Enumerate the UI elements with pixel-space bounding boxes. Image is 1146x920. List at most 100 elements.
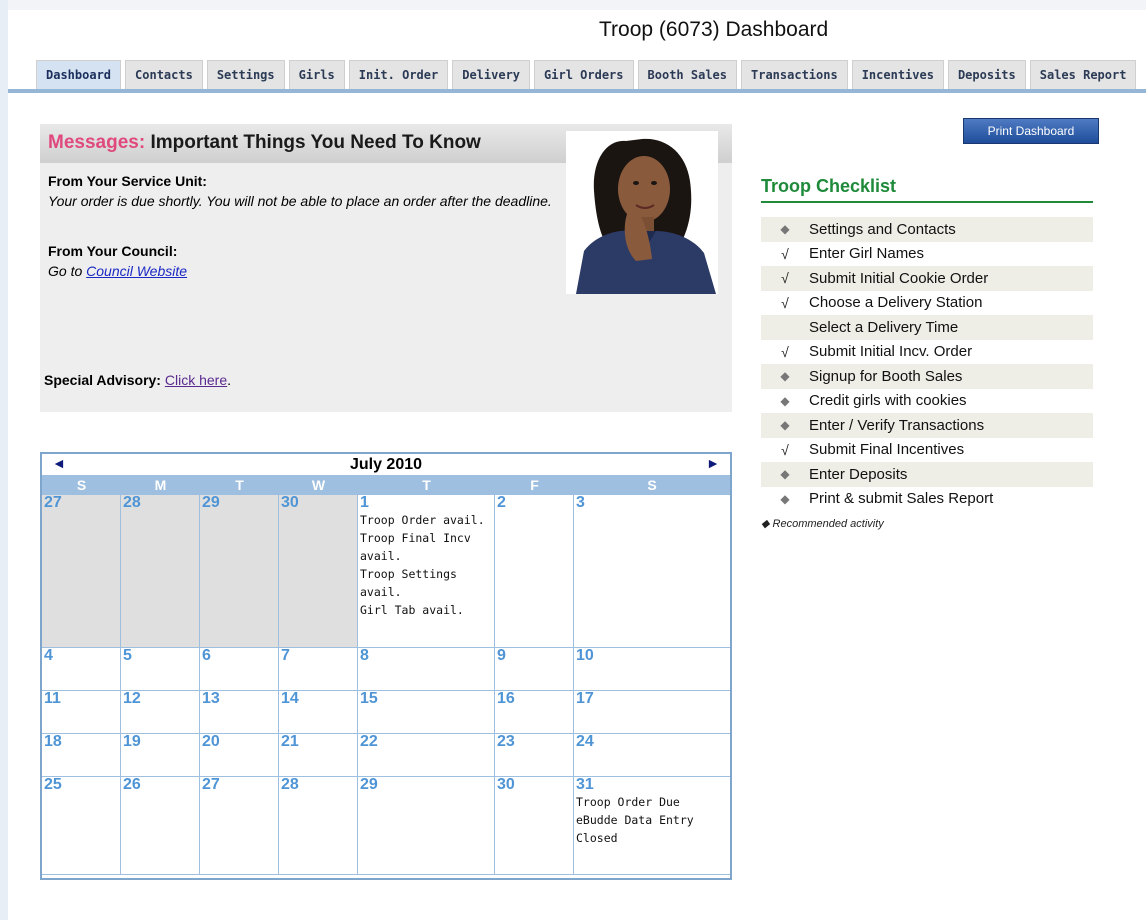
tab-girls[interactable]: Girls (288, 60, 345, 89)
council-website-link[interactable]: Council Website (86, 263, 187, 279)
tab-sales-report[interactable]: Sales Report (1029, 60, 1137, 89)
calendar-day-cell[interactable]: 25 (42, 777, 121, 875)
calendar-day-cell[interactable]: 26 (121, 777, 200, 875)
calendar-day-cell[interactable]: 21 (279, 734, 358, 777)
calendar-day-cell[interactable]: 27 (200, 777, 279, 875)
next-month-arrow-icon[interactable]: ► (706, 455, 720, 471)
day-number: 22 (360, 733, 378, 750)
day-number: 2 (497, 494, 506, 511)
checklist-item: ◆ Credit girls with cookies (761, 389, 1093, 414)
calendar-day-cell[interactable]: 14 (279, 691, 358, 734)
day-number: 28 (281, 776, 299, 793)
day-number: 5 (123, 647, 132, 664)
previous-month-arrow-icon[interactable]: ◄ (52, 455, 66, 471)
calendar-day-cell[interactable]: 22 (358, 734, 495, 777)
calendar-day-cell[interactable]: 15 (358, 691, 495, 734)
calendar-event: Girl Tab avail. (360, 603, 464, 617)
checkmark-icon: √ (781, 441, 789, 458)
day-number: 16 (497, 690, 515, 707)
calendar-day-cell[interactable]: 28 (279, 777, 358, 875)
day-number: 23 (497, 733, 515, 750)
calendar-day-cell[interactable]: 7 (279, 648, 358, 691)
day-number: 12 (123, 690, 141, 707)
diamond-icon: ◆ (780, 491, 790, 506)
diamond-icon: ◆ (780, 393, 790, 408)
calendar-day-cell[interactable]: 9 (495, 648, 574, 691)
weekday-label: S (647, 477, 657, 493)
checklist-item-label: Enter Girl Names (809, 245, 925, 263)
weekday-label: S (76, 477, 87, 493)
checkmark-icon: √ (781, 245, 789, 262)
checklist-item: √ Enter Girl Names (761, 242, 1093, 267)
calendar-day-cell[interactable]: 17 (574, 691, 730, 734)
calendar-day-cell[interactable]: 29 (358, 777, 495, 875)
day-number: 9 (497, 647, 506, 664)
calendar-event: Troop Order avail. (360, 513, 485, 527)
checklist-title: Troop Checklist (761, 176, 1093, 203)
calendar-day-cell[interactable]: 24 (574, 734, 730, 777)
tab-deposits[interactable]: Deposits (947, 60, 1026, 89)
day-number: 11 (44, 690, 61, 707)
tab-incentives[interactable]: Incentives (851, 60, 944, 89)
calendar-day-cell[interactable]: 13 (200, 691, 279, 734)
calendar-day-cell[interactable]: 30 (495, 777, 574, 875)
calendar-day-cell[interactable]: 3 (574, 495, 730, 648)
calendar-day-cell[interactable]: 31 Troop Order Due eBudde Data Entry Close… (574, 777, 730, 875)
tab-girl-orders[interactable]: Girl Orders (534, 60, 634, 89)
council-message: Go to Council Website (48, 262, 568, 281)
checklist-note: ◆ Recommended activity (761, 518, 884, 530)
messages-header-title: Important Things You Need To Know (145, 132, 481, 153)
calendar-grid: 27 28 29 30 1 Troop Order avail. Troop Final I… (42, 495, 730, 875)
calendar-day-cell[interactable]: 1 Troop Order avail. Troop Final Incv avai… (358, 495, 495, 648)
calendar-day-cell[interactable]: 4 (42, 648, 121, 691)
day-number: 29 (360, 776, 378, 793)
calendar-day-cell[interactable]: 11 (42, 691, 121, 734)
calendar-day-cell[interactable]: 5 (121, 648, 200, 691)
day-number: 27 (202, 776, 220, 793)
checkmark-icon: √ (781, 343, 789, 360)
checkmark-icon: √ (781, 270, 789, 287)
calendar-day-cell[interactable]: 10 (574, 648, 730, 691)
diamond-icon: ◆ (780, 418, 790, 433)
calendar-day-cell[interactable]: 29 (200, 495, 279, 648)
tab-init-order[interactable]: Init. Order (348, 60, 449, 89)
calendar-day-cell[interactable]: 2 (495, 495, 574, 648)
day-number: 28 (123, 494, 141, 511)
tab-settings[interactable]: Settings (206, 60, 285, 89)
day-number: 4 (44, 647, 53, 664)
calendar-day-cell[interactable]: 8 (358, 648, 495, 691)
tab-dashboard[interactable]: Dashboard (36, 60, 122, 89)
checklist-item-label: Print & submit Sales Report (809, 490, 994, 508)
day-number: 27 (44, 494, 62, 511)
calendar-day-cell[interactable]: 23 (495, 734, 574, 777)
print-dashboard-button[interactable]: Print Dashboard (963, 118, 1099, 144)
calendar-weekday-row: SMTWTFS (42, 475, 730, 495)
tab-booth-sales[interactable]: Booth Sales (637, 60, 737, 89)
day-number: 3 (576, 494, 585, 511)
calendar-day-cell[interactable]: 27 (42, 495, 121, 648)
tab-contacts[interactable]: Contacts (125, 60, 203, 89)
weekday-label: M (154, 477, 167, 493)
calendar-day-cell[interactable]: 12 (121, 691, 200, 734)
page-title: Troop (6073) Dashboard (599, 18, 829, 41)
checklist-list: ◆ Settings and Contacts √ Enter Girl Names √… (761, 217, 1093, 511)
tab-delivery[interactable]: Delivery (452, 60, 531, 89)
calendar-day-cell[interactable]: 20 (200, 734, 279, 777)
troop-checklist: Troop Checklist ◆ Settings and Contacts √ E… (761, 176, 1093, 530)
checklist-item: √ Submit Initial Incv. Order (761, 340, 1093, 365)
day-number: 29 (202, 494, 220, 511)
diamond-icon: ◆ (780, 467, 790, 482)
calendar-day-cell[interactable]: 18 (42, 734, 121, 777)
advisory-link[interactable]: Click here (165, 372, 227, 388)
tab-transactions[interactable]: Transactions (741, 60, 848, 89)
calendar-day-cell[interactable]: 6 (200, 648, 279, 691)
calendar-day-cell[interactable]: 16 (495, 691, 574, 734)
calendar-day-cell[interactable]: 30 (279, 495, 358, 648)
special-advisory: Special Advisory: Click here. (44, 372, 231, 388)
day-number: 8 (360, 647, 369, 664)
checklist-item-label: Submit Initial Cookie Order (809, 269, 989, 287)
calendar-day-cell[interactable]: 19 (121, 734, 200, 777)
advisory-suffix: . (227, 372, 232, 388)
calendar-day-cell[interactable]: 28 (121, 495, 200, 648)
messages-header-prefix: Messages: (48, 132, 146, 153)
